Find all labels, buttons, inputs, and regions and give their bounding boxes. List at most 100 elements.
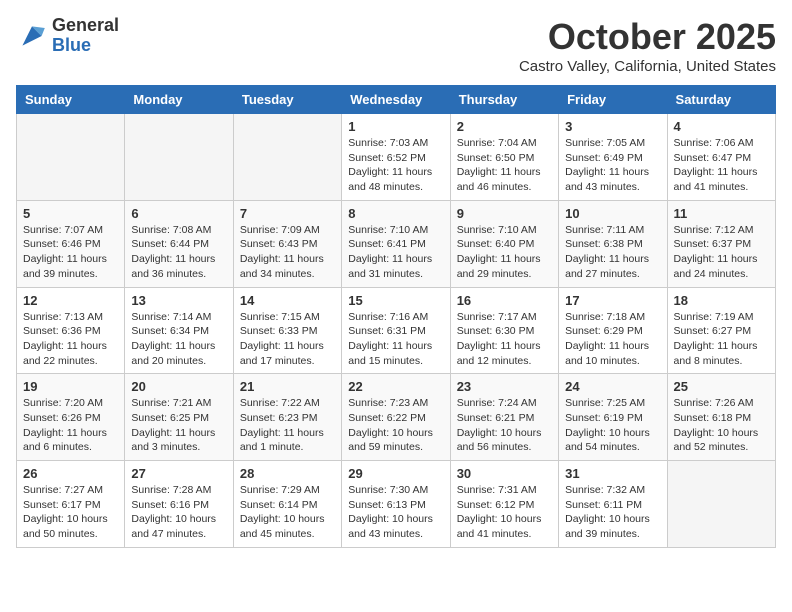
day-number: 7 [240, 206, 335, 221]
calendar-cell: 9 Sunrise: 7:10 AMSunset: 6:40 PMDaylight… [450, 200, 558, 287]
day-info: Sunrise: 7:26 AMSunset: 6:18 PMDaylight:… [674, 396, 769, 455]
day-number: 2 [457, 119, 552, 134]
calendar-cell: 4Sunrise: 7:06 AMSunset: 6:47 PMDaylight… [667, 114, 775, 201]
day-info: Sunrise: 7:14 AMSunset: 6:34 PMDaylight:… [131, 310, 226, 369]
day-number: 23 [457, 379, 552, 394]
day-info: Sunrise: 7:06 AMSunset: 6:47 PMDaylight:… [674, 136, 769, 195]
day-number: 20 [131, 379, 226, 394]
day-number: 17 [565, 293, 660, 308]
day-number: 28 [240, 466, 335, 481]
calendar-week-row: 26 Sunrise: 7:27 AMSunset: 6:17 PMDayligh… [17, 461, 776, 548]
day-info: Sunrise: 7:23 AMSunset: 6:22 PMDaylight:… [348, 396, 443, 455]
day-number: 13 [131, 293, 226, 308]
weekday-header-row: SundayMondayTuesdayWednesdayThursdayFrid… [17, 86, 776, 114]
calendar-cell: 20Sunrise: 7:21 AMSunset: 6:25 PMDayligh… [125, 374, 233, 461]
day-info: Sunrise: 7:24 AMSunset: 6:21 PMDaylight:… [457, 396, 552, 455]
calendar-cell [233, 114, 341, 201]
weekday-header-wednesday: Wednesday [342, 86, 450, 114]
title-block: October 2025 Castro Valley, California, … [519, 16, 776, 75]
calendar-cell: 18Sunrise: 7:19 AMSunset: 6:27 PMDayligh… [667, 287, 775, 374]
calendar-cell: 17 Sunrise: 7:18 AMSunset: 6:29 PMDayligh… [559, 287, 667, 374]
day-number: 3 [565, 119, 660, 134]
calendar-cell: 23 Sunrise: 7:24 AMSunset: 6:21 PMDayligh… [450, 374, 558, 461]
day-number: 9 [457, 206, 552, 221]
day-info: Sunrise: 7:08 AMSunset: 6:44 PMDaylight:… [131, 223, 226, 282]
weekday-header-sunday: Sunday [17, 86, 125, 114]
day-number: 18 [674, 293, 769, 308]
day-number: 30 [457, 466, 552, 481]
month-title: October 2025 [519, 16, 776, 58]
day-info: Sunrise: 7:17 AMSunset: 6:30 PMDaylight:… [457, 310, 552, 369]
calendar-cell: 8Sunrise: 7:10 AMSunset: 6:41 PMDaylight… [342, 200, 450, 287]
calendar-cell: 21Sunrise: 7:22 AMSunset: 6:23 PMDayligh… [233, 374, 341, 461]
day-info: Sunrise: 7:04 AMSunset: 6:50 PMDaylight:… [457, 136, 552, 195]
day-info: Sunrise: 7:09 AMSunset: 6:43 PMDaylight:… [240, 223, 335, 282]
day-number: 5 [23, 206, 118, 221]
day-info: Sunrise: 7:32 AMSunset: 6:11 PMDaylight:… [565, 483, 660, 542]
day-number: 21 [240, 379, 335, 394]
calendar-cell: 25Sunrise: 7:26 AMSunset: 6:18 PMDayligh… [667, 374, 775, 461]
day-number: 15 [348, 293, 443, 308]
day-info: Sunrise: 7:10 AMSunset: 6:40 PMDaylight:… [457, 223, 552, 282]
logo: General Blue [16, 16, 119, 56]
calendar-cell: 15 Sunrise: 7:16 AMSunset: 6:31 PMDayligh… [342, 287, 450, 374]
calendar-cell: 13 Sunrise: 7:14 AMSunset: 6:34 PMDayligh… [125, 287, 233, 374]
location-text: Castro Valley, California, United States [519, 58, 776, 75]
calendar-cell: 24 Sunrise: 7:25 AMSunset: 6:19 PMDayligh… [559, 374, 667, 461]
calendar-cell: 6 Sunrise: 7:08 AMSunset: 6:44 PMDaylight… [125, 200, 233, 287]
day-info: Sunrise: 7:15 AMSunset: 6:33 PMDaylight:… [240, 310, 335, 369]
calendar-cell: 26 Sunrise: 7:27 AMSunset: 6:17 PMDayligh… [17, 461, 125, 548]
day-info: Sunrise: 7:27 AMSunset: 6:17 PMDaylight:… [23, 483, 118, 542]
day-info: Sunrise: 7:18 AMSunset: 6:29 PMDaylight:… [565, 310, 660, 369]
day-number: 24 [565, 379, 660, 394]
day-number: 6 [131, 206, 226, 221]
calendar-week-row: 5 Sunrise: 7:07 AMSunset: 6:46 PMDaylight… [17, 200, 776, 287]
calendar-cell: 29Sunrise: 7:30 AMSunset: 6:13 PMDayligh… [342, 461, 450, 548]
day-info: Sunrise: 7:05 AMSunset: 6:49 PMDaylight:… [565, 136, 660, 195]
calendar-cell: 22 Sunrise: 7:23 AMSunset: 6:22 PMDayligh… [342, 374, 450, 461]
weekday-header-friday: Friday [559, 86, 667, 114]
day-info: Sunrise: 7:31 AMSunset: 6:12 PMDaylight:… [457, 483, 552, 542]
day-number: 22 [348, 379, 443, 394]
calendar-cell: 28Sunrise: 7:29 AMSunset: 6:14 PMDayligh… [233, 461, 341, 548]
page-header: General Blue October 2025 Castro Valley,… [16, 16, 776, 75]
calendar-cell: 31Sunrise: 7:32 AMSunset: 6:11 PMDayligh… [559, 461, 667, 548]
weekday-header-thursday: Thursday [450, 86, 558, 114]
calendar-cell [667, 461, 775, 548]
calendar-cell: 16 Sunrise: 7:17 AMSunset: 6:30 PMDayligh… [450, 287, 558, 374]
day-number: 10 [565, 206, 660, 221]
day-info: Sunrise: 7:07 AMSunset: 6:46 PMDaylight:… [23, 223, 118, 282]
day-number: 19 [23, 379, 118, 394]
calendar-cell: 7 Sunrise: 7:09 AMSunset: 6:43 PMDaylight… [233, 200, 341, 287]
weekday-header-tuesday: Tuesday [233, 86, 341, 114]
calendar-cell: 27Sunrise: 7:28 AMSunset: 6:16 PMDayligh… [125, 461, 233, 548]
day-number: 14 [240, 293, 335, 308]
calendar-week-row: 1 Sunrise: 7:03 AMSunset: 6:52 PMDaylight… [17, 114, 776, 201]
day-info: Sunrise: 7:11 AMSunset: 6:38 PMDaylight:… [565, 223, 660, 282]
calendar-cell: 19Sunrise: 7:20 AMSunset: 6:26 PMDayligh… [17, 374, 125, 461]
weekday-header-monday: Monday [125, 86, 233, 114]
day-info: Sunrise: 7:13 AMSunset: 6:36 PMDaylight:… [23, 310, 118, 369]
day-number: 12 [23, 293, 118, 308]
calendar-cell [125, 114, 233, 201]
day-number: 8 [348, 206, 443, 221]
day-info: Sunrise: 7:25 AMSunset: 6:19 PMDaylight:… [565, 396, 660, 455]
day-number: 26 [23, 466, 118, 481]
day-number: 1 [348, 119, 443, 134]
day-info: Sunrise: 7:16 AMSunset: 6:31 PMDaylight:… [348, 310, 443, 369]
logo-general-text: General [52, 16, 119, 36]
calendar-cell: 11Sunrise: 7:12 AMSunset: 6:37 PMDayligh… [667, 200, 775, 287]
calendar-cell [17, 114, 125, 201]
calendar-week-row: 12 Sunrise: 7:13 AMSunset: 6:36 PMDayligh… [17, 287, 776, 374]
day-number: 16 [457, 293, 552, 308]
day-info: Sunrise: 7:30 AMSunset: 6:13 PMDaylight:… [348, 483, 443, 542]
logo-icon [16, 20, 48, 52]
calendar-cell: 30 Sunrise: 7:31 AMSunset: 6:12 PMDayligh… [450, 461, 558, 548]
calendar-table: SundayMondayTuesdayWednesdayThursdayFrid… [16, 85, 776, 548]
day-info: Sunrise: 7:03 AMSunset: 6:52 PMDaylight:… [348, 136, 443, 195]
calendar-cell: 1 Sunrise: 7:03 AMSunset: 6:52 PMDaylight… [342, 114, 450, 201]
calendar-cell: 3 Sunrise: 7:05 AMSunset: 6:49 PMDaylight… [559, 114, 667, 201]
day-number: 27 [131, 466, 226, 481]
calendar-cell: 2 Sunrise: 7:04 AMSunset: 6:50 PMDaylight… [450, 114, 558, 201]
day-info: Sunrise: 7:12 AMSunset: 6:37 PMDaylight:… [674, 223, 769, 282]
